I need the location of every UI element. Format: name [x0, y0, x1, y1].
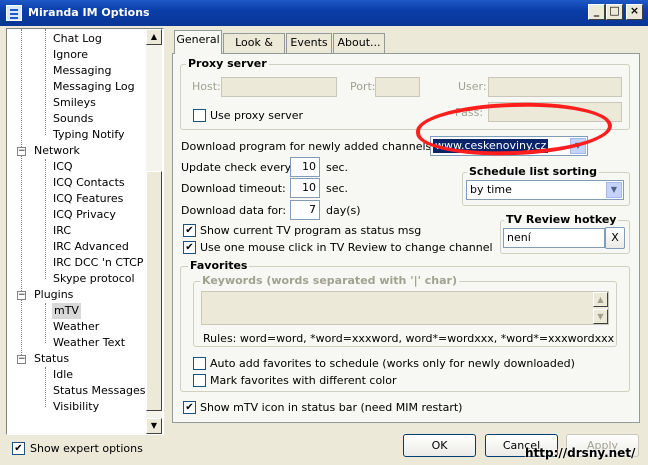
schedule-sort-select[interactable]: by time ▼ [466, 180, 624, 200]
tree-item-idle[interactable]: Idle [53, 367, 73, 383]
collapse-icon[interactable]: − [17, 291, 26, 300]
tree-item-plugins[interactable]: Plugins [34, 287, 73, 303]
tree-item-mtv[interactable]: mTV [52, 303, 81, 319]
tree-item-irc[interactable]: IRC [53, 223, 71, 239]
scroll-down-icon[interactable]: ▼ [593, 309, 608, 324]
schedule-legend: Schedule list sorting [467, 165, 599, 178]
proxy-legend: Proxy server [186, 57, 269, 70]
tree-item-icq-features[interactable]: ICQ Features [53, 191, 123, 207]
tab-events[interactable]: Events [286, 33, 332, 53]
tab-about[interactable]: About... [333, 33, 385, 53]
tree-item-smileys[interactable]: Smileys [53, 95, 96, 111]
host-input[interactable] [221, 77, 337, 97]
status-msg-checkbox[interactable]: ✔ [183, 224, 196, 237]
download-data-unit: day(s) [326, 204, 361, 217]
port-input[interactable] [375, 77, 420, 97]
tree-item-irc-dcc[interactable]: IRC DCC 'n CTCP [53, 255, 143, 271]
hotkey-input[interactable]: není [503, 228, 605, 248]
close-button[interactable]: × [626, 4, 643, 20]
expert-options-label: Show expert options [30, 442, 143, 455]
tree-item-status-messages[interactable]: Status Messages [53, 383, 146, 399]
use-proxy-checkbox[interactable] [193, 109, 206, 122]
rules-text: Rules: word=word, *word=xxxword, word*=w… [203, 332, 615, 345]
tab-general[interactable]: General [174, 30, 222, 54]
mark-favorites-label: Mark favorites with different color [210, 374, 397, 387]
scroll-down-icon[interactable]: ▼ [146, 418, 162, 434]
update-check-input[interactable]: 10 [290, 157, 320, 177]
keywords-legend: Keywords (words separated with '|' char) [200, 274, 460, 287]
ok-button[interactable]: OK [403, 434, 476, 457]
tree-item-chat-log[interactable]: Chat Log [53, 31, 102, 47]
update-check-label: Update check every: [181, 161, 295, 174]
tree-item-weather-text[interactable]: Weather Text [53, 335, 125, 351]
hotkey-clear-button[interactable]: X [605, 227, 625, 249]
expert-options-checkbox[interactable]: ✔ [12, 442, 25, 455]
tree-item-icq-privacy[interactable]: ICQ Privacy [53, 207, 116, 223]
chevron-down-icon[interactable]: ▼ [606, 182, 622, 198]
timeout-label: Download timeout: [181, 182, 286, 195]
tree-item-messaging-log[interactable]: Messaging Log [53, 79, 135, 95]
tree-item-status[interactable]: Status [34, 351, 69, 367]
status-bar-icon-label: Show mTV icon in status bar (need MIM re… [200, 401, 463, 414]
port-label: Port: [350, 80, 376, 93]
update-check-unit: sec. [326, 161, 349, 174]
minimize-button[interactable]: _ [588, 4, 605, 20]
schedule-sort-value: by time [470, 183, 512, 196]
status-bar-icon-checkbox[interactable]: ✔ [183, 401, 196, 414]
options-tree[interactable]: Chat Log Ignore Messaging Messaging Log … [6, 28, 164, 435]
one-click-label: Use one mouse click in TV Review to chan… [200, 241, 493, 254]
tree-line [21, 29, 22, 359]
tree-line [45, 29, 46, 135]
scroll-up-icon[interactable]: ▲ [593, 292, 608, 307]
window-title: Miranda IM Options [28, 6, 150, 19]
tree-item-ignore[interactable]: Ignore [53, 47, 88, 63]
tree-line [45, 159, 46, 279]
tree-item-irc-advanced[interactable]: IRC Advanced [53, 239, 129, 255]
download-data-input[interactable]: 7 [290, 200, 320, 220]
title-bar: Miranda IM Options _ □ × [0, 0, 648, 26]
download-data-label: Download data for: [181, 204, 287, 217]
scrollbar-thumb[interactable] [146, 171, 162, 411]
keywords-textarea[interactable]: ▲ ▼ [201, 291, 609, 325]
auto-add-label: Auto add favorites to schedule (works on… [210, 357, 575, 370]
collapse-icon[interactable]: − [17, 355, 26, 364]
maximize-button[interactable]: □ [606, 4, 623, 20]
auto-add-checkbox[interactable] [193, 357, 206, 370]
tree-item-network[interactable]: Network [34, 143, 80, 159]
favorites-legend: Favorites [188, 259, 250, 272]
tree-item-visibility[interactable]: Visibility [53, 399, 99, 415]
tree-line [45, 367, 46, 407]
tab-look-and-feel[interactable]: Look & feel [223, 33, 285, 67]
timeout-unit: sec. [326, 182, 349, 195]
tree-item-icq[interactable]: ICQ [53, 159, 73, 175]
watermark-text: http://drsny.net/ [525, 446, 636, 460]
host-label: Host: [192, 80, 221, 93]
collapse-icon[interactable]: − [17, 147, 26, 156]
tree-item-messaging[interactable]: Messaging [53, 63, 111, 79]
user-label: User: [458, 80, 487, 93]
tree-item-skype-protocol[interactable]: Skype protocol [53, 271, 135, 287]
tree-item-typing-notify[interactable]: Typing Notify [53, 127, 125, 143]
mark-favorites-checkbox[interactable] [193, 374, 206, 387]
hotkey-legend: TV Review hotkey [504, 213, 619, 226]
timeout-input[interactable]: 10 [290, 178, 320, 198]
use-proxy-label: Use proxy server [210, 109, 304, 122]
status-msg-label: Show current TV program as status msg [200, 224, 422, 237]
tree-item-sounds[interactable]: Sounds [53, 111, 93, 127]
app-icon [6, 5, 22, 21]
tree-item-weather[interactable]: Weather [53, 319, 99, 335]
tree-item-icq-contacts[interactable]: ICQ Contacts [53, 175, 125, 191]
user-input[interactable] [488, 77, 622, 97]
scroll-up-icon[interactable]: ▲ [146, 29, 162, 45]
one-click-checkbox[interactable]: ✔ [183, 241, 196, 254]
tree-line [45, 303, 46, 343]
